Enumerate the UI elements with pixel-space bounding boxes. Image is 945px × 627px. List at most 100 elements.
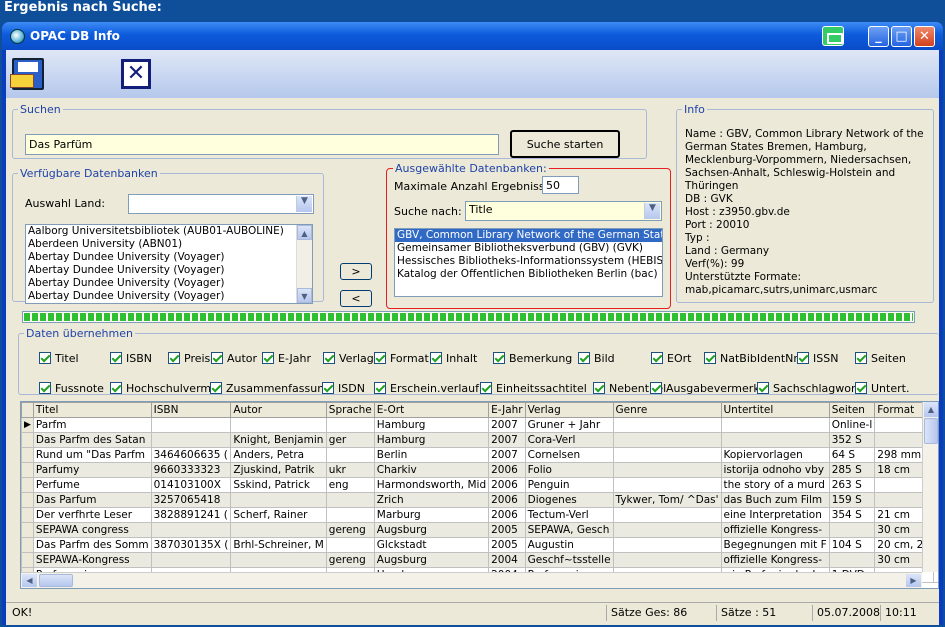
checkmark-icon[interactable]: [323, 352, 335, 364]
column-header[interactable]: Titel: [32, 402, 152, 418]
table-cell[interactable]: 2006: [488, 492, 526, 508]
table-cell[interactable]: Rund um "Das Parfm: [32, 447, 152, 463]
table-cell[interactable]: istorija odnoho vby: [720, 462, 830, 478]
checkmark-icon[interactable]: [110, 352, 122, 364]
table-cell[interactable]: gereng: [325, 552, 375, 568]
table-cell[interactable]: 2005: [488, 522, 526, 538]
checkmark-icon[interactable]: [757, 382, 769, 394]
table-cell[interactable]: [612, 462, 722, 478]
column-header[interactable]: ISBN: [150, 402, 232, 418]
table-row[interactable]: Das Parfm des Satan Knight, Benjamin ger Ha…: [21, 432, 938, 448]
available-db-scrollbar[interactable]: ▲ ▼: [296, 225, 312, 303]
search-by-select[interactable]: Title ▼: [465, 201, 662, 221]
field-checkbox[interactable]: Hochschulverm.: [110, 382, 215, 395]
table-cell[interactable]: 9660333323: [150, 462, 232, 478]
field-checkbox[interactable]: Zusammenfassung: [210, 382, 331, 395]
column-header[interactable]: Verlag: [524, 402, 614, 418]
selected-db-item[interactable]: GBV, Common Library Network of the Germa…: [395, 229, 662, 242]
title-bar[interactable]: OPAC DB Info _ □ ✕: [2, 22, 943, 50]
row-indicator[interactable]: [21, 447, 34, 463]
field-checkbox[interactable]: Untert.: [855, 382, 909, 395]
column-header[interactable]: Untertitel: [720, 402, 830, 418]
table-cell[interactable]: Begegnungen mit F: [720, 537, 830, 553]
row-indicator[interactable]: [21, 552, 34, 568]
table-cell[interactable]: Scherf, Rainer: [230, 507, 327, 523]
table-cell[interactable]: Penguin: [524, 477, 614, 493]
grid-horizontal-scrollbar[interactable]: ◀ ▶: [21, 572, 922, 588]
scroll-up-icon[interactable]: ▲: [297, 225, 312, 240]
grid-vertical-scrollbar[interactable]: ▲: [922, 402, 938, 572]
table-cell[interactable]: 2007: [488, 447, 526, 463]
table-cell[interactable]: Perfume: [32, 477, 152, 493]
table-cell[interactable]: 104 S: [828, 537, 876, 553]
table-cell[interactable]: [828, 552, 876, 568]
table-cell[interactable]: [230, 552, 327, 568]
table-cell[interactable]: [325, 447, 375, 463]
table-cell[interactable]: Augsburg: [373, 522, 490, 538]
table-cell[interactable]: Charkiv: [373, 462, 490, 478]
field-checkbox[interactable]: Bemerkung: [493, 352, 572, 365]
column-header[interactable]: E-Ort: [373, 402, 490, 418]
table-cell[interactable]: Parfm: [32, 417, 152, 433]
search-input[interactable]: [25, 134, 499, 155]
table-cell[interactable]: Geschf~tsstelle: [524, 552, 614, 568]
table-cell[interactable]: Augustin: [524, 537, 614, 553]
table-cell[interactable]: Tectum-Verl: [524, 507, 614, 523]
field-checkbox[interactable]: E-Jahr: [262, 352, 311, 365]
field-checkbox[interactable]: Inhalt: [430, 352, 477, 365]
table-row[interactable]: Parfumy 9660333323 Zjuskind, Patrik ukr Char…: [21, 462, 938, 478]
table-cell[interactable]: [612, 507, 722, 523]
row-indicator[interactable]: [21, 522, 34, 538]
close-window-button[interactable]: ✕: [914, 26, 935, 47]
current-row-arrow-icon[interactable]: ▶: [21, 417, 34, 433]
table-cell[interactable]: 2006: [488, 507, 526, 523]
table-cell[interactable]: the story of a murd: [720, 477, 830, 493]
checkmark-icon[interactable]: [578, 352, 590, 364]
field-checkbox[interactable]: Sachschlagwort: [757, 382, 860, 395]
add-db-button[interactable]: >: [340, 263, 372, 280]
table-cell[interactable]: 3464606635 (: [150, 447, 232, 463]
table-cell[interactable]: ger: [325, 432, 375, 448]
field-checkbox[interactable]: ISSN: [797, 352, 838, 365]
table-cell[interactable]: [720, 432, 830, 448]
table-cell[interactable]: 2006: [488, 477, 526, 493]
table-cell[interactable]: eine Interpretation: [720, 507, 830, 523]
scroll-right-icon[interactable]: ▶: [906, 574, 921, 587]
available-db-item[interactable]: Abertay Dundee University (Voyager): [26, 290, 312, 303]
field-checkbox[interactable]: Erschein.verlauf: [374, 382, 479, 395]
table-cell[interactable]: Glckstadt: [373, 537, 490, 553]
table-cell[interactable]: Marburg: [373, 507, 490, 523]
minimize-button[interactable]: _: [868, 26, 889, 47]
table-cell[interactable]: [150, 432, 232, 448]
field-checkbox[interactable]: Verlag: [323, 352, 374, 365]
table-cell[interactable]: SEPAWA-Kongress: [32, 552, 152, 568]
table-cell[interactable]: Der verfhrte Leser: [32, 507, 152, 523]
table-cell[interactable]: Online-l: [828, 417, 876, 433]
table-cell[interactable]: 354 S: [828, 507, 876, 523]
table-row[interactable]: Das Parfum 3257065418 Zrich 2006 Diogenes Tyk…: [21, 492, 938, 508]
field-checkbox[interactable]: Einheitssachtitel: [480, 382, 587, 395]
table-cell[interactable]: [612, 537, 722, 553]
field-checkbox[interactable]: Seiten: [855, 352, 906, 365]
table-cell[interactable]: [720, 417, 830, 433]
table-cell[interactable]: [150, 417, 232, 433]
checkmark-icon[interactable]: [493, 352, 505, 364]
table-cell[interactable]: offizielle Kongress-: [720, 522, 830, 538]
table-cell[interactable]: [325, 507, 375, 523]
table-cell[interactable]: [612, 477, 722, 493]
table-cell[interactable]: [325, 417, 375, 433]
table-cell[interactable]: [612, 552, 722, 568]
checkmark-icon[interactable]: [855, 382, 867, 394]
column-header[interactable]: Autor: [230, 402, 327, 418]
field-checkbox[interactable]: EOrt: [651, 352, 691, 365]
available-db-item[interactable]: Aberdeen University (ABN01): [26, 238, 312, 251]
table-cell[interactable]: Zjuskind, Patrik: [230, 462, 327, 478]
table-cell[interactable]: 387030135X (: [150, 537, 232, 553]
table-cell[interactable]: [230, 522, 327, 538]
table-cell[interactable]: Diogenes: [524, 492, 614, 508]
table-row[interactable]: Rund um "Das Parfm 3464606635 (Anders, Pe…: [21, 447, 938, 463]
table-cell[interactable]: [612, 417, 722, 433]
available-db-item[interactable]: Abertay Dundee University (Voyager): [26, 251, 312, 264]
scroll-up-icon[interactable]: ▲: [924, 402, 938, 417]
table-row[interactable]: SEPAWA congress gereng Augsburg 2005 SEPAWA,…: [21, 522, 938, 538]
